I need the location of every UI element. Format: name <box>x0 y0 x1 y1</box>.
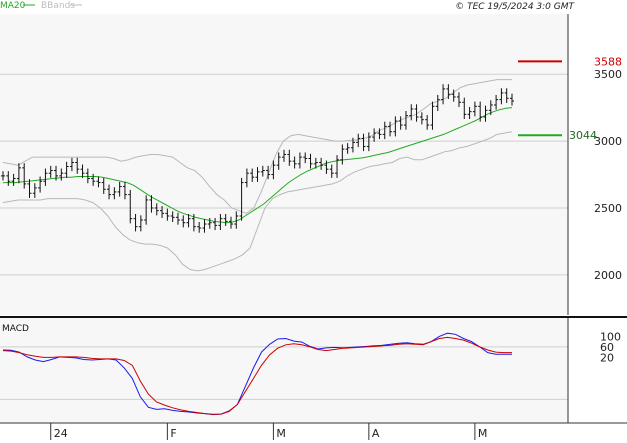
price-tick-label: 3000 <box>594 135 622 148</box>
price-panel-background <box>0 14 568 315</box>
support-label: 3044 <box>569 129 597 142</box>
price-tick-label: 3500 <box>594 68 622 81</box>
month-label: M <box>478 427 488 440</box>
time-axis: 24 F M A M <box>50 423 488 440</box>
month-label: M <box>276 427 286 440</box>
month-label: 24 <box>54 427 68 440</box>
legend-ma20: MA20 <box>0 1 26 11</box>
month-label: F <box>170 427 176 440</box>
month-label: A <box>372 427 380 440</box>
price-tick-label: 2500 <box>594 202 622 215</box>
price-tick-label: 2000 <box>594 269 622 282</box>
macd-panel-background <box>0 318 568 423</box>
timestamp: © TEC 19/5/2024 3:0 GMT <box>455 2 575 12</box>
macd-axis-ticks: 1006020 <box>600 330 621 364</box>
price-axis-ticks: 2000 2500 3000 3500 <box>594 68 622 282</box>
macd-title: MACD <box>2 324 29 334</box>
macd-tick-label: 20 <box>600 351 614 364</box>
stock-chart: MA20 BBands © TEC 19/5/2024 3:0 GMT 2000… <box>0 1 627 440</box>
resistance-label: 3588 <box>594 55 622 68</box>
legend-bbands: BBands <box>41 1 75 11</box>
